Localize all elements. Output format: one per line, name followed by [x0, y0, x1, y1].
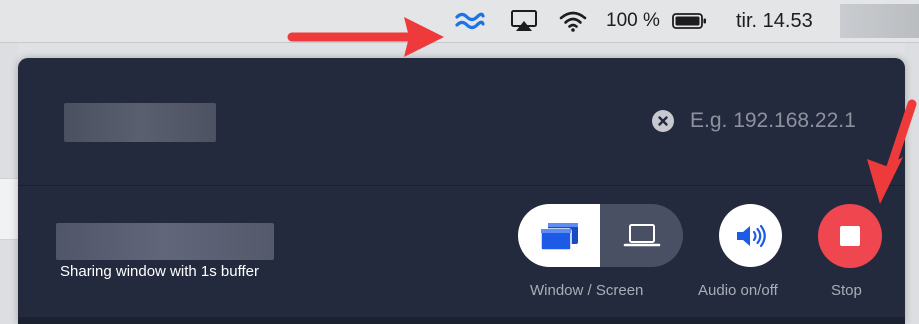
- menu-clock[interactable]: tir. 14.53: [736, 0, 813, 42]
- stop-label: Stop: [831, 282, 862, 299]
- panel-divider: [18, 317, 905, 324]
- audio-label: Audio on/off: [698, 282, 778, 299]
- window-screen-label: Window / Screen: [530, 282, 644, 299]
- desktop-background: [905, 43, 919, 324]
- background-window: [0, 178, 18, 240]
- speaker-icon: [736, 224, 766, 247]
- redacted-device-name: [64, 103, 216, 142]
- stop-button[interactable]: [818, 204, 882, 268]
- battery-icon[interactable]: [670, 0, 710, 42]
- stop-icon: [840, 226, 860, 246]
- redacted-menubar-area: [840, 4, 919, 38]
- audio-toggle-button[interactable]: [719, 204, 782, 267]
- ip-address-input[interactable]: [690, 104, 895, 138]
- airplay-icon[interactable]: [507, 0, 541, 42]
- wave-icon[interactable]: [451, 0, 489, 42]
- laptop-icon: [623, 223, 660, 246]
- close-circle-icon[interactable]: [652, 110, 674, 132]
- screen-mode-button[interactable]: [600, 204, 683, 267]
- redacted-sharing-name: [56, 223, 274, 260]
- connection-row: [18, 58, 905, 186]
- wifi-icon[interactable]: [555, 0, 591, 42]
- battery-percent: 100 %: [606, 10, 660, 31]
- sharing-row: Sharing window with 1s buffer Window / S…: [18, 186, 905, 324]
- window-mode-button[interactable]: [518, 204, 600, 267]
- menu-bar: 100 % tir. 14.53: [0, 0, 919, 43]
- sharing-status-text: Sharing window with 1s buffer: [60, 263, 259, 280]
- app-panel: Sharing window with 1s buffer: [18, 58, 905, 324]
- windows-icon: [540, 222, 578, 251]
- window-screen-toggle[interactable]: [518, 204, 683, 267]
